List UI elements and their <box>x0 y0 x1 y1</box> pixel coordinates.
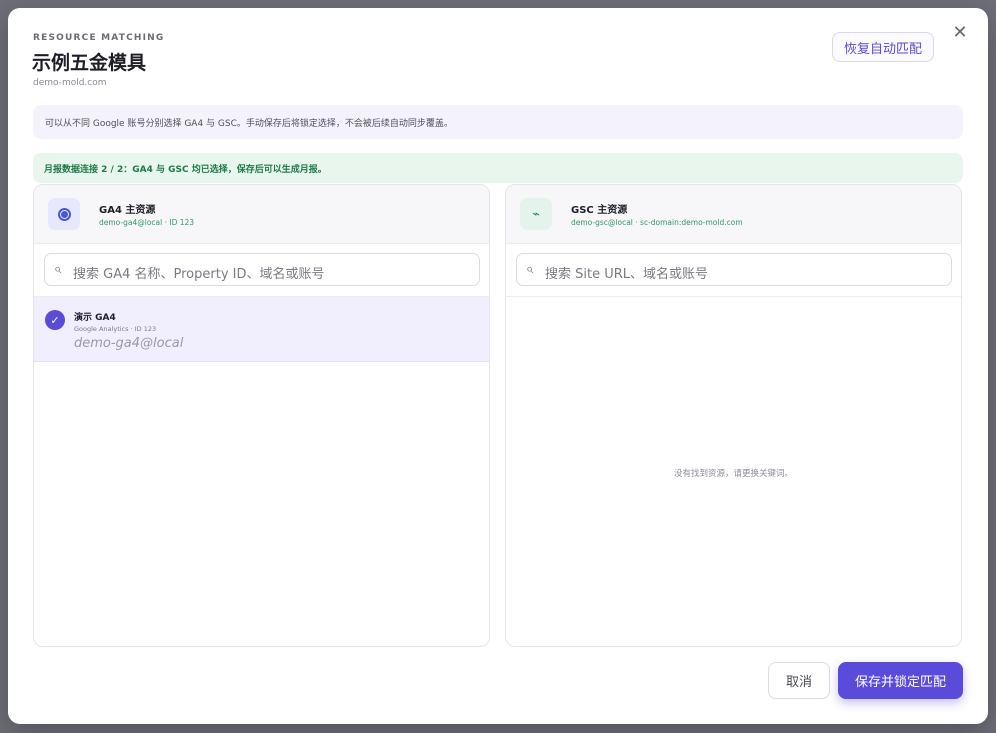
resource-matching-modal: RESOURCE MATCHING 示例五金模具 demo-mold.com 恢… <box>8 8 988 724</box>
gsc-panel-title: GSC 主资源 <box>571 205 628 216</box>
ga4-panel-title: GA4 主资源 <box>99 205 156 216</box>
gsc-panel-header: ⌁ GSC 主资源 demo-gsc@local · sc-domain:dem… <box>506 185 961 244</box>
list-item-account: demo-ga4@local <box>74 336 184 351</box>
info-text: 可以从不同 Google 账号分别选择 GA4 与 GSC。手动保存后将锁定选择… <box>45 118 453 129</box>
list-item[interactable]: ✓ 演示 GA4 Google Analytics · ID 123 demo-… <box>34 297 489 362</box>
divider <box>506 296 961 297</box>
status-text: 月报数据连接 2 / 2：GA4 与 GSC 均已选择，保存后可以生成月报。 <box>44 164 327 175</box>
empty-state-text: 没有找到资源，请更换关键词。 <box>673 469 793 479</box>
gsc-search-placeholder: 搜索 Site URL、域名或账号 <box>545 267 709 282</box>
gsc-trend-icon: ⌁ <box>520 198 552 230</box>
cancel-button[interactable]: 取消 <box>768 662 830 699</box>
check-icon: ✓ <box>45 310 65 330</box>
save-lock-button[interactable]: 保存并锁定匹配 <box>838 662 963 699</box>
ga4-panel: GA4 主资源 demo-ga4@local · ID 123 ⌕ 搜索 GA4… <box>33 184 490 647</box>
ga4-radio-icon <box>48 198 80 230</box>
ga4-panel-subtitle: demo-ga4@local · ID 123 <box>99 218 195 227</box>
modal-eyebrow: RESOURCE MATCHING <box>33 33 165 43</box>
list-item-meta: Google Analytics · ID 123 <box>74 325 157 333</box>
restore-auto-match-button[interactable]: 恢复自动匹配 <box>832 32 934 62</box>
info-banner: 可以从不同 Google 账号分别选择 GA4 与 GSC。手动保存后将锁定选择… <box>33 105 963 139</box>
gsc-panel-subtitle: demo-gsc@local · sc-domain:demo-mold.com <box>571 218 743 227</box>
ga4-search-placeholder: 搜索 GA4 名称、Property ID、域名或账号 <box>73 267 325 282</box>
search-icon: ⌕ <box>526 262 534 277</box>
site-domain: demo-mold.com <box>33 78 107 88</box>
ga4-panel-header: GA4 主资源 demo-ga4@local · ID 123 <box>34 185 489 244</box>
close-icon[interactable]: ✕ <box>950 23 970 43</box>
search-icon: ⌕ <box>54 262 62 277</box>
gsc-search-input[interactable]: ⌕ 搜索 Site URL、域名或账号 <box>516 253 952 286</box>
status-banner: 月报数据连接 2 / 2：GA4 与 GSC 均已选择，保存后可以生成月报。 <box>33 153 963 183</box>
gsc-panel: ⌁ GSC 主资源 demo-gsc@local · sc-domain:dem… <box>505 184 962 647</box>
ga4-search-input[interactable]: ⌕ 搜索 GA4 名称、Property ID、域名或账号 <box>44 253 480 286</box>
page-title: 示例五金模具 <box>32 52 147 74</box>
list-item-title: 演示 GA4 <box>74 313 116 323</box>
